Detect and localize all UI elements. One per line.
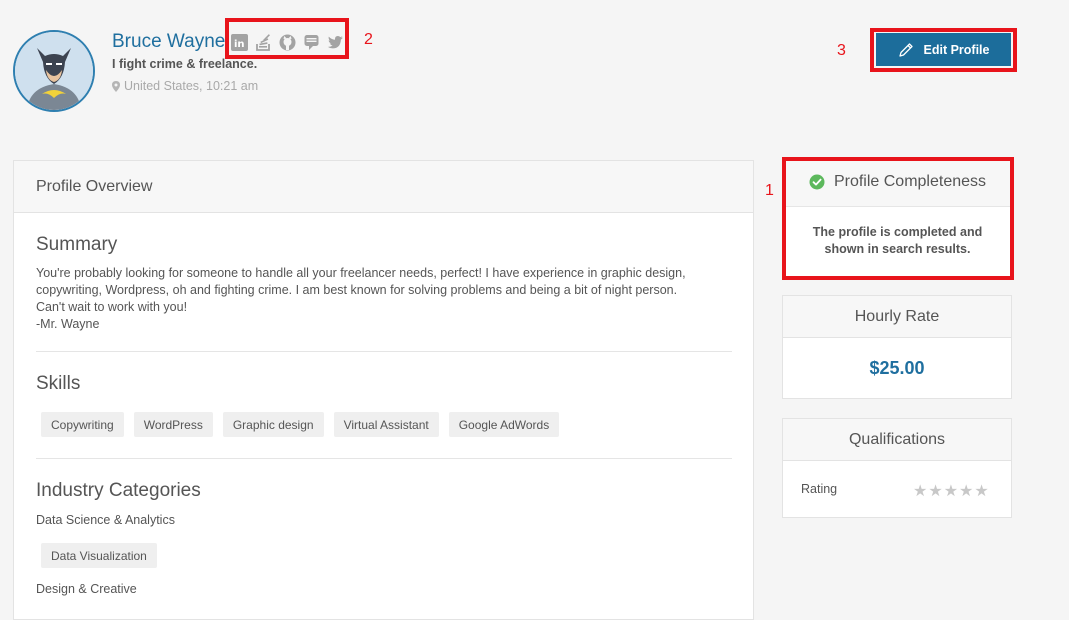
stackoverflow-icon[interactable] xyxy=(254,33,273,52)
pencil-icon xyxy=(898,42,913,57)
hourly-rate-value: $25.00 xyxy=(869,358,925,378)
summary-line: copywriting, Wordpress, oh and fighting … xyxy=(36,283,678,297)
profile-name[interactable]: Bruce Wayne xyxy=(112,31,225,53)
star-icon: ★ xyxy=(913,483,928,500)
edit-profile-button[interactable]: Edit Profile xyxy=(876,33,1011,66)
skills-list: Copywriting WordPress Graphic design Vir… xyxy=(41,412,560,437)
completeness-highlight xyxy=(782,157,1014,280)
skill-tag[interactable]: Google AdWords xyxy=(448,412,560,437)
rating-stars: ★ ★ ★ ★ ★ xyxy=(913,481,989,501)
annotation-marker-3: 3 xyxy=(837,42,846,59)
skill-tag[interactable]: Graphic design xyxy=(222,412,324,437)
divider xyxy=(36,351,732,352)
hourly-rate-card: Hourly Rate $25.00 xyxy=(782,295,1012,399)
category-name: Data Science & Analytics xyxy=(36,513,175,527)
star-icon: ★ xyxy=(943,483,959,500)
rating-label: Rating xyxy=(801,482,838,496)
category-tags: Data Visualization xyxy=(41,543,157,568)
stackexchange-icon[interactable] xyxy=(302,33,321,52)
qualifications-title: Qualifications xyxy=(848,430,946,448)
skill-tag[interactable]: WordPress xyxy=(133,412,213,437)
summary-line: Can't wait to work with you! xyxy=(36,300,188,314)
star-icon: ★ xyxy=(959,483,974,500)
category-tag[interactable]: Data Visualization xyxy=(41,543,157,568)
linkedin-icon[interactable]: in xyxy=(230,33,249,52)
star-icon: ★ xyxy=(928,483,943,500)
category-name: Design & Creative xyxy=(36,582,137,596)
industry-heading: Industry Categories xyxy=(36,480,201,501)
summary-line: -Mr. Wayne xyxy=(36,317,100,331)
qualifications-card: Qualifications Rating ★ ★ ★ ★ ★ xyxy=(782,418,1012,518)
map-pin-icon xyxy=(112,80,120,92)
edit-profile-label: Edit Profile xyxy=(923,42,990,57)
twitter-icon[interactable] xyxy=(326,33,345,52)
summary-text: You're probably looking for someone to h… xyxy=(36,265,736,333)
profile-tagline: I fight crime & freelance. xyxy=(112,57,258,71)
star-icon: ★ xyxy=(974,483,989,500)
hourly-rate-title: Hourly Rate xyxy=(854,307,940,325)
panel-title: Profile Overview xyxy=(36,178,153,195)
skills-heading: Skills xyxy=(36,373,81,394)
summary-line: You're probably looking for someone to h… xyxy=(36,266,686,280)
svg-text:in: in xyxy=(234,39,245,50)
annotation-marker-1: 1 xyxy=(765,182,774,199)
profile-location: United States, 10:21 am xyxy=(112,79,258,93)
skill-tag[interactable]: Virtual Assistant xyxy=(333,412,439,437)
social-links: in xyxy=(230,33,345,52)
divider xyxy=(36,458,732,459)
annotation-marker-2: 2 xyxy=(364,31,373,48)
avatar[interactable] xyxy=(13,30,95,112)
qualifications-header: Qualifications xyxy=(783,419,1011,461)
hourly-rate-header: Hourly Rate xyxy=(783,296,1011,338)
location-text: United States, 10:21 am xyxy=(124,79,259,93)
summary-heading: Summary xyxy=(36,234,118,255)
profile-overview-panel: Profile Overview Summary You're probably… xyxy=(13,160,754,620)
skill-tag[interactable]: Copywriting xyxy=(41,412,124,437)
panel-header: Profile Overview xyxy=(14,161,753,213)
github-icon[interactable] xyxy=(278,33,297,52)
batman-avatar-icon xyxy=(15,32,93,110)
